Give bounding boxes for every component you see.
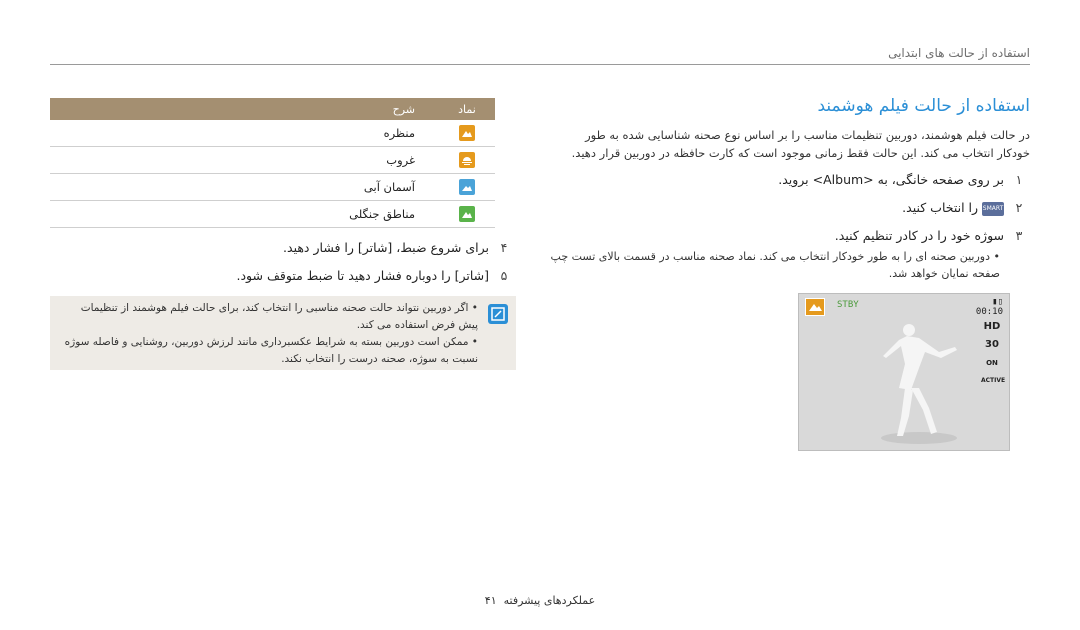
table-row: منظره	[50, 120, 495, 147]
row-label: منظره	[383, 126, 415, 140]
sunset-icon	[459, 152, 475, 168]
lcd-side-icons: HD 30 ON ACTIVE	[981, 318, 1006, 390]
dancer-silhouette	[881, 324, 957, 444]
step-5: ۵ [شاتر] را دوباره فشار دهید تا ضبط متوق…	[237, 268, 515, 283]
row-label: مناطق جنگلی	[349, 207, 415, 221]
active-ois-icon: ACTIVE	[981, 377, 1006, 384]
step-1: ۱ بر روی صفحه خانگی، به <Album> بروید.	[778, 172, 1030, 187]
camera-lcd-preview: STBY ▮▯ 00:10 HD 30 ON ACTIVE	[798, 293, 1010, 451]
page-footer: عملکردهای پیشرفته ۴۱	[0, 594, 1080, 607]
step-text: [شاتر] را دوباره فشار دهید تا ضبط متوقف …	[236, 268, 490, 283]
smart-movie-icon: SMART	[982, 201, 1005, 216]
step-2: ۲ SMART را انتخاب کنید.	[902, 200, 1030, 216]
bullet-text: دوربین صحنه ای را به طور خودکار انتخاب م…	[550, 250, 1000, 280]
step-number: ۳	[1015, 228, 1023, 243]
step-3: ۳ سوژه خود را در کادر تنظیم کنید.	[835, 228, 1030, 243]
bullet-dot: •	[990, 250, 1000, 263]
note-item: • ممکن است دوربین بسته به شرایط عکسبردار…	[64, 336, 478, 365]
status-text: STBY	[837, 300, 859, 310]
note-item: • اگر دوربین نتواند حالت صحنه مناسبی را …	[80, 302, 478, 331]
step-number: ۲	[1015, 200, 1023, 215]
page-header: استفاده از حالت های ابتدایی	[888, 46, 1030, 60]
header-divider	[50, 64, 1030, 65]
footer-label: عملکردهای پیشرفته	[503, 594, 596, 607]
note-icon	[488, 304, 508, 324]
note-text: • اگر دوربین نتواند حالت صحنه مناسبی را …	[58, 300, 478, 368]
note-box: • اگر دوربین نتواند حالت صحنه مناسبی را …	[50, 296, 516, 370]
header-icon-column: نماد	[458, 102, 476, 116]
step-number: ۵	[500, 268, 508, 283]
row-label: آسمان آبی	[363, 180, 415, 194]
fps-icon: 30	[985, 339, 999, 350]
step-3-bullet: • دوربین صحنه ای را به طور خودکار انتخاب…	[550, 248, 1000, 282]
table-row: غروب	[50, 147, 495, 174]
hd-icon: HD	[983, 321, 1001, 332]
forest-icon	[459, 206, 475, 222]
row-label: غروب	[386, 153, 415, 167]
step-number: ۴	[500, 240, 508, 255]
step-text: برای شروع ضبط، [شاتر] را فشار دهید.	[283, 240, 490, 255]
landscape-icon	[459, 125, 475, 141]
scene-table: نماد شرح منظره غروب آسمان آبی مناطق جنگل…	[50, 98, 495, 228]
step-number: ۱	[1015, 172, 1023, 187]
page-number: ۴۱	[484, 594, 497, 607]
battery-icon: ▮▯	[992, 297, 1003, 307]
scene-mode-icon	[805, 298, 825, 316]
header-desc-column: شرح	[392, 102, 415, 116]
step-text: بر روی صفحه خانگی، به <Album> بروید.	[778, 172, 1005, 187]
table-row: مناطق جنگلی	[50, 201, 495, 228]
table-header: نماد شرح	[50, 98, 495, 120]
step-4: ۴ برای شروع ضبط، [شاتر] را فشار دهید.	[283, 240, 515, 255]
wind-cut-icon: ON	[986, 359, 998, 367]
battery-and-time: ▮▯ 00:10	[976, 297, 1003, 317]
intro-paragraph: در حالت فیلم هوشمند، دوربین تنظیمات مناس…	[571, 128, 1030, 160]
section-title: استفاده از حالت فیلم هوشمند	[817, 96, 1030, 116]
table-row: آسمان آبی	[50, 174, 495, 201]
record-time: 00:10	[975, 307, 1003, 317]
step-text: سوژه خود را در کادر تنظیم کنید.	[834, 228, 1005, 243]
step-text: را انتخاب کنید.	[902, 200, 979, 215]
blue-sky-icon	[459, 179, 475, 195]
